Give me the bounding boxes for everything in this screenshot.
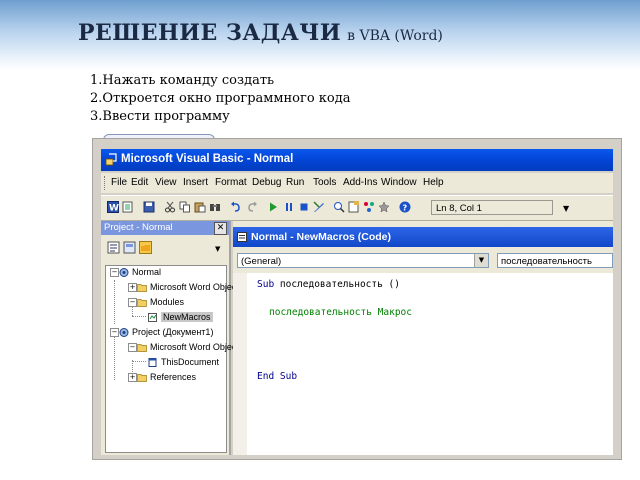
- view-object-icon[interactable]: [123, 241, 136, 254]
- menu-file[interactable]: File: [111, 177, 127, 188]
- cursor-position-status: Ln 8, Col 1: [431, 200, 553, 215]
- tree-line: [132, 316, 146, 317]
- slide-title: РЕШЕНИЕ ЗАДАЧИ в VBA (Word): [78, 20, 443, 46]
- menu-window[interactable]: Window: [381, 177, 417, 188]
- folder-icon: [137, 344, 147, 352]
- object-browser-icon[interactable]: [363, 201, 375, 213]
- slide-title-sub: в VBA (Word): [347, 28, 443, 44]
- document-icon: [148, 358, 157, 368]
- code-editor[interactable]: Sub последовательность () последовательн…: [233, 273, 613, 455]
- folder-icon: [137, 299, 147, 307]
- folder-icon: [137, 284, 147, 292]
- run-icon[interactable]: [267, 201, 279, 213]
- vba-app-icon: [105, 153, 117, 166]
- menu-add-ins[interactable]: Add-Ins: [343, 177, 377, 188]
- collapse-toggle-project-doc[interactable]: −: [110, 328, 119, 337]
- tree-line: [132, 361, 146, 362]
- tree-node-word-objects[interactable]: Microsoft Word Objects: [137, 281, 243, 293]
- menu-grip[interactable]: [104, 176, 107, 190]
- help-icon[interactable]: ?: [399, 201, 411, 213]
- window-titlebar[interactable]: Microsoft Visual Basic - Normal: [101, 149, 613, 171]
- menu-view[interactable]: View: [155, 177, 177, 188]
- vba-window: Microsoft Visual Basic - Normal File Edi…: [92, 138, 622, 460]
- menu-bar: File Edit View Insert Format Debug Run T…: [101, 173, 613, 193]
- redo-icon[interactable]: [246, 201, 258, 213]
- cut-icon[interactable]: [164, 201, 176, 213]
- project-pane-title: Project - Normal: [104, 222, 173, 233]
- procedure-dropdown[interactable]: последовательность: [497, 253, 613, 268]
- code-line-end-sub: End Sub: [257, 371, 298, 382]
- step-3: 3.Ввести программу: [90, 109, 230, 124]
- tree-node-modules[interactable]: Modules: [137, 296, 184, 308]
- pause-icon[interactable]: [283, 201, 295, 213]
- word-icon[interactable]: W: [107, 201, 119, 213]
- tree-node-word-objects-doc[interactable]: Microsoft Word Objects: [137, 341, 243, 353]
- menu-format[interactable]: Format: [215, 177, 247, 188]
- vba-project-icon: [119, 268, 129, 278]
- standard-toolbar: W ? Ln 8, Col 1 ▼: [101, 195, 613, 221]
- code-line-comment: последовательность Макрос: [269, 307, 412, 318]
- properties-icon[interactable]: [348, 201, 360, 213]
- code-window-titlebar[interactable]: Normal - NewMacros (Code): [233, 227, 613, 247]
- project-explorer-pane: Project - Normal ✕ ▼ − Normal + Microsof…: [101, 221, 243, 455]
- tree-line: [114, 336, 115, 380]
- project-tree: − Normal + Microsoft Word Objects − Modu…: [105, 265, 243, 453]
- tree-node-thisdocument[interactable]: ThisDocument: [148, 356, 219, 368]
- svg-text:W: W: [109, 204, 119, 214]
- sub-signature: последовательность (): [274, 279, 401, 290]
- expand-toggle-references[interactable]: +: [128, 373, 137, 382]
- window-title: Microsoft Visual Basic - Normal: [121, 153, 294, 165]
- collapse-toggle-modules[interactable]: −: [128, 298, 137, 307]
- view-code-icon[interactable]: [107, 241, 120, 254]
- code-window: Normal - NewMacros (Code) (General) ▼ по…: [233, 221, 613, 455]
- menu-run[interactable]: Run: [286, 177, 304, 188]
- chevron-down-icon[interactable]: ▼: [474, 254, 488, 267]
- code-window-icon: [237, 232, 247, 242]
- find-icon[interactable]: [209, 201, 221, 213]
- undo-icon[interactable]: [230, 201, 242, 213]
- menu-edit[interactable]: Edit: [131, 177, 148, 188]
- project-explorer-icon[interactable]: [333, 201, 345, 213]
- insert-module-icon[interactable]: [122, 201, 134, 213]
- module-icon: [148, 313, 157, 323]
- object-dropdown-value: (General): [241, 256, 282, 267]
- menu-help[interactable]: Help: [423, 177, 444, 188]
- save-icon[interactable]: [143, 201, 155, 213]
- copy-icon[interactable]: [179, 201, 191, 213]
- step-1: 1.Нажать команду создать: [90, 73, 275, 88]
- menu-tools[interactable]: Tools: [313, 177, 336, 188]
- code-line-sub: Sub последовательность (): [257, 279, 400, 290]
- stop-icon[interactable]: [298, 201, 310, 213]
- collapse-toggle-word-objects-doc[interactable]: −: [128, 343, 137, 352]
- code-window-title: Normal - NewMacros (Code): [251, 231, 392, 243]
- vba-project-icon: [119, 328, 129, 338]
- toggle-folders-icon[interactable]: [139, 241, 152, 254]
- menu-insert[interactable]: Insert: [183, 177, 208, 188]
- design-mode-icon[interactable]: [313, 201, 325, 213]
- pane-toolbar-overflow-icon[interactable]: ▼: [215, 245, 220, 253]
- project-pane-titlebar[interactable]: Project - Normal ✕: [101, 221, 229, 235]
- project-pane-toolbar: ▼: [101, 236, 229, 262]
- toolbox-icon[interactable]: [378, 201, 390, 213]
- tree-node-newmacros[interactable]: NewMacros: [148, 311, 213, 323]
- close-icon[interactable]: ✕: [214, 222, 227, 235]
- collapse-toggle-normal[interactable]: −: [110, 268, 119, 277]
- menu-debug[interactable]: Debug: [252, 177, 281, 188]
- tree-node-references[interactable]: References: [137, 371, 196, 383]
- folder-icon: [137, 374, 147, 382]
- slide-title-main: РЕШЕНИЕ ЗАДАЧИ: [78, 20, 342, 46]
- steps-list: 1.Нажать команду создать 2.Откроется окн…: [90, 72, 351, 126]
- expand-toggle-word-objects[interactable]: +: [128, 283, 137, 292]
- tree-node-normal[interactable]: Normal: [119, 266, 161, 278]
- svg-text:?: ?: [403, 204, 408, 213]
- tree-node-project-document[interactable]: Project (Документ1): [119, 326, 213, 338]
- keyword-sub: Sub: [257, 279, 275, 290]
- paste-icon[interactable]: [194, 201, 206, 213]
- procedure-dropdown-value: последовательность: [501, 256, 592, 267]
- toolbar-overflow-icon[interactable]: ▼: [563, 204, 569, 213]
- step-2: 2.Откроется окно программного кода: [90, 91, 351, 106]
- tree-line: [114, 280, 115, 324]
- object-dropdown[interactable]: (General) ▼: [237, 253, 489, 268]
